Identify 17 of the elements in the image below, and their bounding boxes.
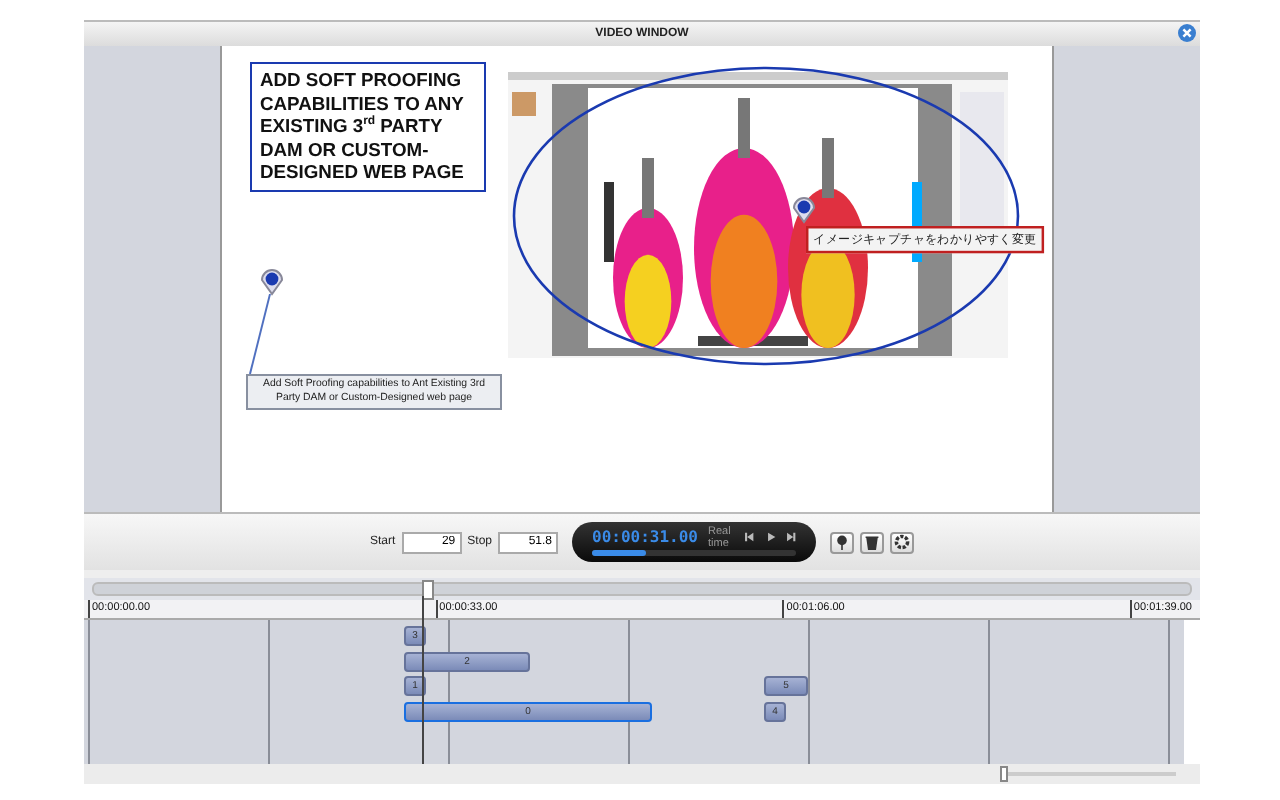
- step-back-icon[interactable]: [744, 528, 756, 546]
- handwritten-heading: ADD SOFT PROOFING CAPABILITIES TO ANY EXISTING 3$^{rd}$ PARTY DAM OR CUSTOM-DESIGNED WEB PAGE: [250, 62, 486, 192]
- step-forward-icon[interactable]: [785, 528, 797, 546]
- close-icon[interactable]: [1178, 24, 1196, 42]
- trash-icon: [864, 534, 880, 550]
- zoom-handle[interactable]: [1000, 766, 1008, 782]
- pin-button[interactable]: [830, 531, 854, 553]
- settings-button[interactable]: [890, 531, 914, 553]
- pin-icon: [834, 534, 850, 550]
- delete-button[interactable]: [860, 531, 884, 553]
- scrubber-handle[interactable]: [422, 580, 435, 600]
- play-icon[interactable]: [765, 528, 776, 546]
- pin-icon[interactable]: [792, 196, 816, 224]
- pin-icon[interactable]: [260, 268, 284, 296]
- gear-icon: [894, 534, 910, 550]
- leader-line: [248, 294, 272, 374]
- timecode: 00:00:31.00: [592, 528, 698, 546]
